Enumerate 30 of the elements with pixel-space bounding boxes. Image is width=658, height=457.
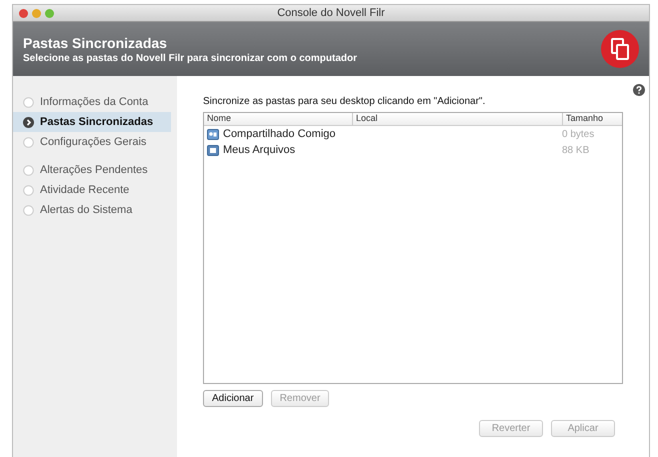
help-icon[interactable] (633, 84, 645, 96)
window-title: Console do Novell Filr (277, 7, 385, 19)
column-header[interactable]: Nome (204, 113, 352, 125)
page-title: Pastas Sincronizadas (23, 34, 168, 50)
sidebar-item[interactable]: Informações da Conta (13, 92, 171, 112)
table-cell-text: 0 bytes (561, 128, 596, 140)
action-button[interactable]: Adicionar (203, 390, 263, 407)
sidebar-item[interactable]: Pastas Sincronizadas (13, 112, 171, 132)
radio-icon (23, 136, 34, 148)
shared-folder-icon (207, 128, 219, 140)
radio-icon (23, 184, 34, 196)
column-header[interactable]: Tamanho (562, 113, 622, 125)
documents-logo-icon (601, 30, 639, 68)
folder-icon (207, 144, 219, 156)
radio-icon (23, 96, 34, 108)
radio-icon (23, 164, 34, 176)
table-cell-text: 88 KB (561, 144, 590, 156)
instruction-text: Sincronize as pastas para seu desktop clicando em "Adicionar". (203, 96, 486, 107)
chevron-icon (23, 116, 34, 128)
sidebar-item[interactable]: Alterações Pendentes (13, 160, 171, 180)
sidebar-item[interactable]: Alertas do Sistema (13, 200, 171, 220)
close-button[interactable] (19, 8, 28, 18)
zoom-button[interactable] (45, 8, 54, 18)
column-header[interactable]: Local (352, 113, 562, 125)
sidebar-item[interactable]: Atividade Recente (13, 180, 171, 200)
sidebar-item[interactable]: Configurações Gerais (13, 132, 171, 152)
radio-icon (23, 204, 34, 216)
table-cell: Compartilhado Comigo (223, 128, 336, 140)
table-cell: Meus Arquivos (223, 144, 296, 156)
page-subtitle: Selecione as pastas do Novell Filr para sincronizar com o computador (23, 52, 357, 64)
